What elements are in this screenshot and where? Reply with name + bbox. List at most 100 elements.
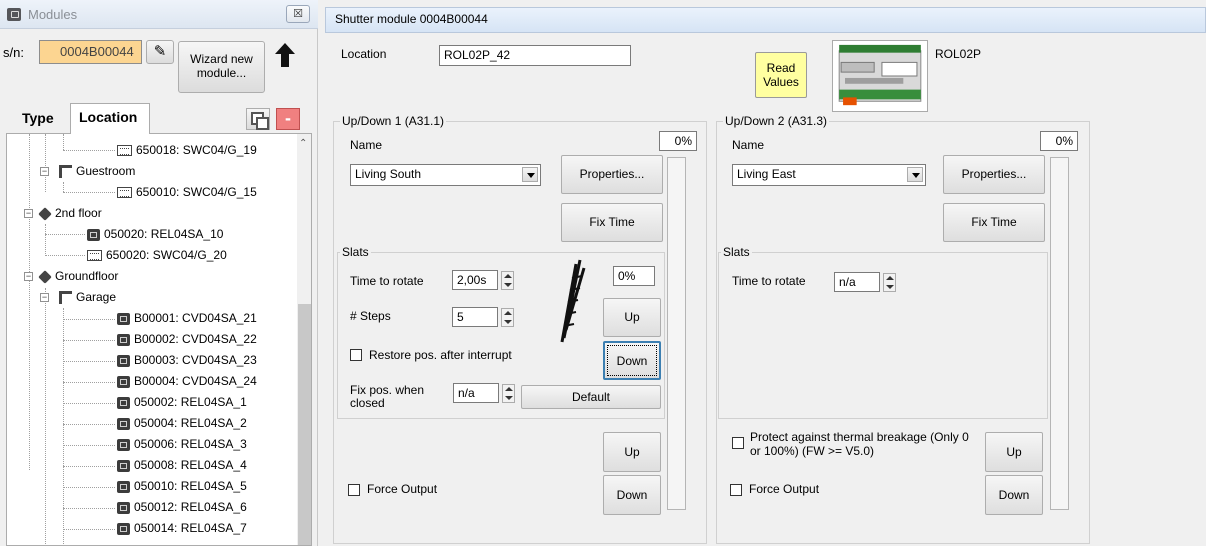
location-label: Location [341, 47, 387, 61]
tree-line [63, 340, 115, 341]
minus-icon: - [285, 108, 291, 128]
read-values-button[interactable]: Read Values [755, 52, 807, 98]
channel1-steps-input[interactable]: 5 [452, 307, 498, 327]
tree-line [63, 134, 64, 150]
tree-item[interactable]: B00003: CVD04SA_23 [117, 350, 257, 371]
channel1-time-spinner[interactable] [501, 271, 514, 290]
tree-item[interactable]: 050008: REL04SA_4 [117, 455, 247, 476]
tree-item[interactable]: B00004: CVD04SA_24 [117, 371, 257, 392]
close-button[interactable]: ☒ [286, 5, 310, 23]
tree-item[interactable]: B00001: CVD04SA_21 [117, 308, 257, 329]
channel1-title: Up/Down 1 (A31.1) [340, 114, 447, 128]
tree-line [63, 308, 64, 545]
tree-item[interactable]: 050006: REL04SA_3 [117, 434, 247, 455]
channel2-slats-title: Slats [721, 245, 752, 259]
serial-number-label: s/n: [3, 45, 24, 60]
scroll-up-icon[interactable]: ⌃ [299, 138, 307, 149]
channel2-name-select[interactable]: Living East [732, 164, 926, 186]
channel2-properties-button[interactable]: Properties... [943, 155, 1045, 194]
channel2-fix-time-button[interactable]: Fix Time [943, 203, 1045, 242]
tree-item[interactable]: Guestroom [59, 161, 135, 182]
tree-item[interactable]: 050012: REL04SA_6 [117, 497, 247, 518]
tree-item-label: B00002: CVD04SA_22 [134, 332, 257, 346]
module-icon [117, 375, 130, 388]
tree-item-label: 050010: REL04SA_5 [134, 479, 247, 493]
channel2-protect-checkbox[interactable] [732, 437, 744, 449]
modules-window-icon [7, 8, 21, 21]
copy-icon[interactable] [246, 108, 270, 130]
tree-line [63, 403, 115, 404]
tree-item[interactable]: Garage [59, 287, 116, 308]
channel1-fix-pos-spinner[interactable] [502, 384, 515, 403]
tree-line [45, 234, 85, 235]
tree-item[interactable]: 650020: SWC04/G_20 [87, 245, 227, 266]
up-arrow-icon[interactable] [274, 42, 296, 68]
channel2-output-down-button[interactable]: Down [985, 475, 1043, 515]
channel2-title: Up/Down 2 (A31.3) [723, 114, 830, 128]
tree-item-label: Garage [76, 290, 117, 304]
channel1-restore-checkbox[interactable] [350, 349, 362, 361]
tree-item[interactable]: 050010: REL04SA_5 [117, 476, 247, 497]
channel2-time-spinner[interactable] [883, 273, 896, 292]
channel1-default-button[interactable]: Default [521, 385, 661, 409]
channel1-name-select[interactable]: Living South [350, 164, 541, 186]
tree-line [63, 382, 115, 383]
channel2-force-output-checkbox[interactable] [730, 484, 742, 496]
tree-item[interactable]: Groundfloor [38, 266, 118, 287]
channel1-properties-button[interactable]: Properties... [561, 155, 663, 194]
tree-item[interactable]: 050004: REL04SA_2 [117, 413, 247, 434]
tab-type[interactable]: Type [22, 110, 54, 126]
channel1-steps-spinner[interactable] [501, 308, 514, 327]
tree-line [45, 288, 46, 545]
channel1-output-up-button[interactable]: Up [603, 432, 661, 472]
serial-number-input[interactable]: 0004B00044 [39, 40, 142, 64]
tree-item[interactable]: B00002: CVD04SA_22 [117, 329, 257, 350]
wizard-new-module-button[interactable]: Wizard new module... [178, 41, 265, 93]
tree-line [45, 224, 46, 256]
tree-item-label: 650010: SWC04/G_15 [136, 185, 257, 199]
location-tree[interactable]: − − − − 650018: SWC04/G_19 Guestroom 650… [6, 134, 312, 546]
tree-item[interactable]: 050002: REL04SA_1 [117, 392, 247, 413]
module-icon [87, 228, 100, 241]
channel1-slat-up-button[interactable]: Up [603, 298, 661, 337]
chevron-down-icon[interactable] [522, 167, 538, 182]
channel1-position-slider[interactable] [667, 157, 686, 510]
channel1-time-to-rotate-input[interactable]: 2,00s [452, 270, 498, 290]
edit-button[interactable]: ✎ [146, 40, 174, 64]
collapse-2nd-floor[interactable]: − [24, 209, 33, 218]
collapse-groundfloor[interactable]: − [24, 272, 33, 281]
tree-item-label: 050020: REL04SA_10 [104, 227, 224, 241]
channel1-output-down-button[interactable]: Down [603, 475, 661, 515]
tree-line [63, 150, 115, 151]
tab-location[interactable]: Location [70, 103, 150, 135]
remove-button[interactable]: - [276, 108, 300, 130]
tree-item[interactable]: 2nd floor [38, 203, 102, 224]
channel2-output-up-button[interactable]: Up [985, 432, 1043, 472]
tree-scroll-thumb[interactable] [298, 304, 311, 545]
tree-item[interactable]: 650010: SWC04/G_15 [117, 182, 257, 203]
tree-line [45, 134, 46, 192]
tree-item[interactable]: 050020: REL04SA_10 [87, 224, 223, 245]
tree-item-label: 050006: REL04SA_3 [134, 437, 247, 451]
collapse-garage[interactable]: − [40, 293, 49, 302]
tree-item-label: B00001: CVD04SA_21 [134, 311, 257, 325]
channel2-time-to-rotate-input[interactable]: n/a [834, 272, 880, 292]
chevron-down-icon[interactable] [907, 167, 923, 182]
channel1-fix-time-button[interactable]: Fix Time [561, 203, 663, 242]
channel2-percent: 0% [1040, 131, 1078, 151]
channel1-steps-label: # Steps [350, 309, 391, 323]
collapse-guestroom[interactable]: − [40, 167, 49, 176]
channel2-position-slider[interactable] [1050, 157, 1069, 510]
channel1-percent: 0% [659, 131, 697, 151]
modules-title: Modules [28, 7, 78, 22]
tree-item[interactable]: 050014: REL04SA_7 [117, 518, 247, 539]
module-icon [117, 396, 130, 409]
tree-item-label: 650020: SWC04/G_20 [106, 248, 227, 262]
tree-item[interactable]: 650018: SWC04/G_19 [117, 140, 257, 161]
channel1-fix-pos-input[interactable]: n/a [453, 383, 499, 403]
location-input[interactable]: ROL02P_42 [439, 45, 631, 66]
channel1-force-output-checkbox[interactable] [348, 484, 360, 496]
channel1-slat-down-button[interactable]: Down [603, 341, 661, 380]
protect-line2: or 100%) (FW >= V5.0) [750, 444, 875, 458]
shutter-module-title: Shutter module 0004B00044 [325, 7, 1206, 33]
